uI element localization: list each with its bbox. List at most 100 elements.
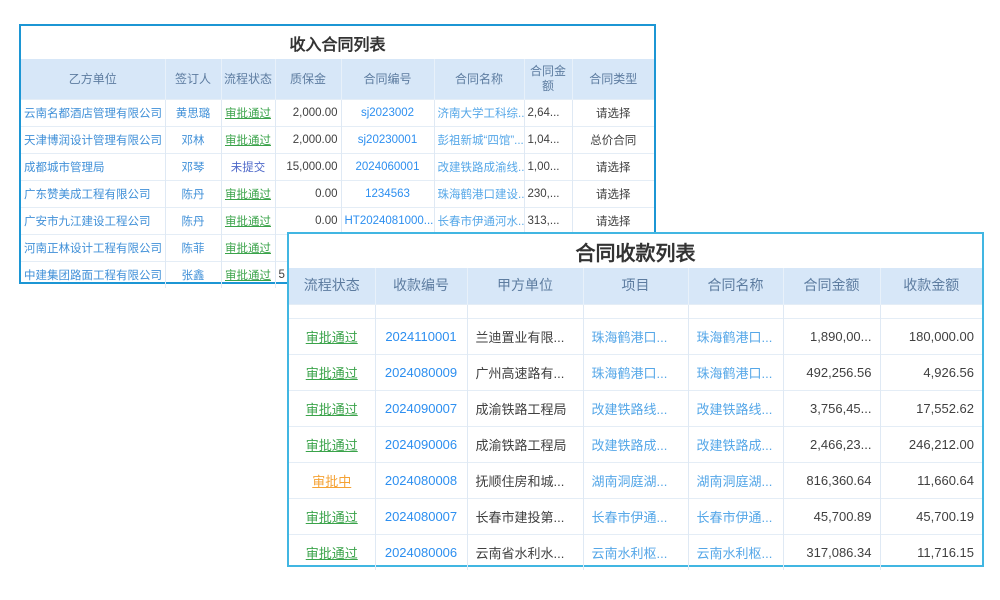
cell-process-status[interactable]: 审批通过: [289, 355, 375, 391]
cell-contract-amount: 816,360.64: [783, 463, 880, 499]
table-row: 广安市九江建设工程公司陈丹审批通过0.00HT2024081000...长春市伊…: [21, 208, 654, 235]
cell-project[interactable]: 云南水利枢...: [583, 535, 688, 571]
cell-contract-amount: 317,086.34: [783, 535, 880, 571]
cell-contract-name[interactable]: 改建铁路成渝线...: [434, 154, 524, 181]
cell-signer[interactable]: 张鑫: [165, 262, 221, 289]
cell-receipt-no[interactable]: 2024110001: [375, 319, 467, 355]
cell-contract-name[interactable]: 珠海鹤港口...: [688, 319, 783, 355]
cell-contract-no[interactable]: HT2024081000...: [341, 208, 434, 235]
table-row: 审批通过2024090007成渝铁路工程局改建铁路线...改建铁路线...3,7…: [289, 391, 982, 427]
cell-contract-type: 请选择: [572, 181, 654, 208]
cell-receipt-no[interactable]: 2024090007: [375, 391, 467, 427]
cell-party-a-unit: 长春市建投第...: [467, 499, 583, 535]
col-header-contract-no: 合同编号: [341, 59, 434, 100]
cell-contract-amount: 313,...: [524, 208, 572, 235]
cell-receipt-amount: 45,700.19: [880, 499, 982, 535]
cell-contract-name[interactable]: 长春市伊通...: [688, 499, 783, 535]
cell-signer[interactable]: 陈菲: [165, 235, 221, 262]
cell-contract-type: 请选择: [572, 154, 654, 181]
cell-signer[interactable]: 陈丹: [165, 181, 221, 208]
cell-contract-no[interactable]: 2024060001: [341, 154, 434, 181]
cell-contract-no[interactable]: 1234563: [341, 181, 434, 208]
cell-contract-amount: 492,256.56: [783, 355, 880, 391]
col-header-contract-name: 合同名称: [688, 268, 783, 305]
cell-party-a-unit: 兰迪置业有限...: [467, 319, 583, 355]
cell-contract-name[interactable]: 长春市伊通河水...: [434, 208, 524, 235]
cell-receipt-no[interactable]: 2024080008: [375, 463, 467, 499]
receipt-list-table: 流程状态收款编号甲方单位项目合同名称合同金额收款金额审批通过2024110001…: [289, 268, 982, 570]
cell-process-status[interactable]: 审批通过: [221, 100, 275, 127]
cell-quality-deposit: 0.00: [275, 181, 341, 208]
cell-contract-name[interactable]: 改建铁路线...: [688, 391, 783, 427]
cell-process-status[interactable]: 审批中: [289, 463, 375, 499]
cell-quality-deposit: 2,000.00: [275, 100, 341, 127]
cell-project[interactable]: 改建铁路线...: [583, 391, 688, 427]
col-header-process-status: 流程状态: [289, 268, 375, 305]
cell-receipt-amount: 180,000.00: [880, 319, 982, 355]
table-row: 审批通过2024080007长春市建投第...长春市伊通...长春市伊通...4…: [289, 499, 982, 535]
cell-contract-amount: 45,700.89: [783, 499, 880, 535]
cell-contract-name[interactable]: 云南水利枢...: [688, 535, 783, 571]
table-row: 审批中2024080008抚顺住房和城...湖南洞庭湖...湖南洞庭湖...81…: [289, 463, 982, 499]
cell-party-a-unit: 云南省水利水...: [467, 535, 583, 571]
cell-receipt-amount: 11,716.15: [880, 535, 982, 571]
header-row: 流程状态收款编号甲方单位项目合同名称合同金额收款金额: [289, 268, 982, 305]
cell-receipt-no[interactable]: 2024080006: [375, 535, 467, 571]
cell-party-b-unit[interactable]: 天津博润设计管理有限公司: [21, 127, 165, 154]
cell-contract-name[interactable]: 珠海鹤港口...: [688, 355, 783, 391]
table-row: 广东赞美成工程有限公司陈丹审批通过0.001234563珠海鹤港口建设...23…: [21, 181, 654, 208]
cell-receipt-no[interactable]: 2024080009: [375, 355, 467, 391]
cell-party-b-unit[interactable]: 成都城市管理局: [21, 154, 165, 181]
cell-quality-deposit: 0.00: [275, 208, 341, 235]
cell-signer[interactable]: 邓林: [165, 127, 221, 154]
cell-process-status[interactable]: 审批通过: [221, 208, 275, 235]
cell-receipt-no[interactable]: 2024090006: [375, 427, 467, 463]
cell-contract-name[interactable]: 湖南洞庭湖...: [688, 463, 783, 499]
cell-party-a-unit: 抚顺住房和城...: [467, 463, 583, 499]
cell-signer[interactable]: 黄思璐: [165, 100, 221, 127]
cell-contract-no[interactable]: sj20230001: [341, 127, 434, 154]
cell-receipt-amount: 4,926.56: [880, 355, 982, 391]
cell-process-status[interactable]: 审批通过: [289, 391, 375, 427]
cell-process-status[interactable]: 未提交: [221, 154, 275, 181]
receipt-list-title: 合同收款列表: [289, 234, 982, 268]
cell-process-status[interactable]: 审批通过: [221, 127, 275, 154]
cell-process-status[interactable]: 审批通过: [289, 535, 375, 571]
cell-project[interactable]: 改建铁路成...: [583, 427, 688, 463]
cell-signer[interactable]: 陈丹: [165, 208, 221, 235]
cell-contract-name[interactable]: 改建铁路成...: [688, 427, 783, 463]
cell-party-b-unit[interactable]: 中建集团路面工程有限公司: [21, 262, 165, 289]
cell-process-status[interactable]: 审批通过: [221, 235, 275, 262]
cell-contract-name[interactable]: 济南大学工科综...: [434, 100, 524, 127]
cell-process-status[interactable]: 审批通过: [289, 427, 375, 463]
cell-project[interactable]: 珠海鹤港口...: [583, 355, 688, 391]
cell-process-status[interactable]: 审批通过: [289, 319, 375, 355]
cell-quality-deposit: 15,000.00: [275, 154, 341, 181]
cell-party-b-unit[interactable]: 河南正林设计工程有限公司: [21, 235, 165, 262]
col-header-receipt-no: 收款编号: [375, 268, 467, 305]
cell-project[interactable]: 珠海鹤港口...: [583, 319, 688, 355]
cell-quality-deposit: 2,000.00: [275, 127, 341, 154]
cell-party-b-unit[interactable]: 广东赞美成工程有限公司: [21, 181, 165, 208]
cell-party-b-unit[interactable]: 云南名都酒店管理有限公司: [21, 100, 165, 127]
cell-receipt-no[interactable]: 2024080007: [375, 499, 467, 535]
cell-process-status[interactable]: 审批通过: [221, 181, 275, 208]
cell-contract-name[interactable]: 珠海鹤港口建设...: [434, 181, 524, 208]
cell-process-status[interactable]: 审批通过: [221, 262, 275, 289]
cell-project[interactable]: 湖南洞庭湖...: [583, 463, 688, 499]
cell-contract-amount: 230,...: [524, 181, 572, 208]
table-row: 审批通过2024110001兰迪置业有限...珠海鹤港口...珠海鹤港口...1…: [289, 319, 982, 355]
col-header-project: 项目: [583, 268, 688, 305]
cell-party-b-unit[interactable]: 广安市九江建设工程公司: [21, 208, 165, 235]
cell-contract-no[interactable]: sj2023002: [341, 100, 434, 127]
header-row: 乙方单位签订人流程状态质保金合同编号合同名称合同金额合同类型: [21, 59, 654, 100]
table-row: 成都城市管理局邓琴未提交15,000.002024060001改建铁路成渝线..…: [21, 154, 654, 181]
table-row: 审批通过2024080009广州高速路有...珠海鹤港口...珠海鹤港口...4…: [289, 355, 982, 391]
col-header-contract-amount: 合同金额: [524, 59, 572, 100]
cell-contract-name[interactable]: 彭祖新城“四馆”...: [434, 127, 524, 154]
cell-project[interactable]: 长春市伊通...: [583, 499, 688, 535]
table-row: 云南名都酒店管理有限公司黄思璐审批通过2,000.00sj2023002济南大学…: [21, 100, 654, 127]
cell-process-status[interactable]: 审批通过: [289, 499, 375, 535]
table-row: 天津博润设计管理有限公司邓林审批通过2,000.00sj20230001彭祖新城…: [21, 127, 654, 154]
cell-signer[interactable]: 邓琴: [165, 154, 221, 181]
